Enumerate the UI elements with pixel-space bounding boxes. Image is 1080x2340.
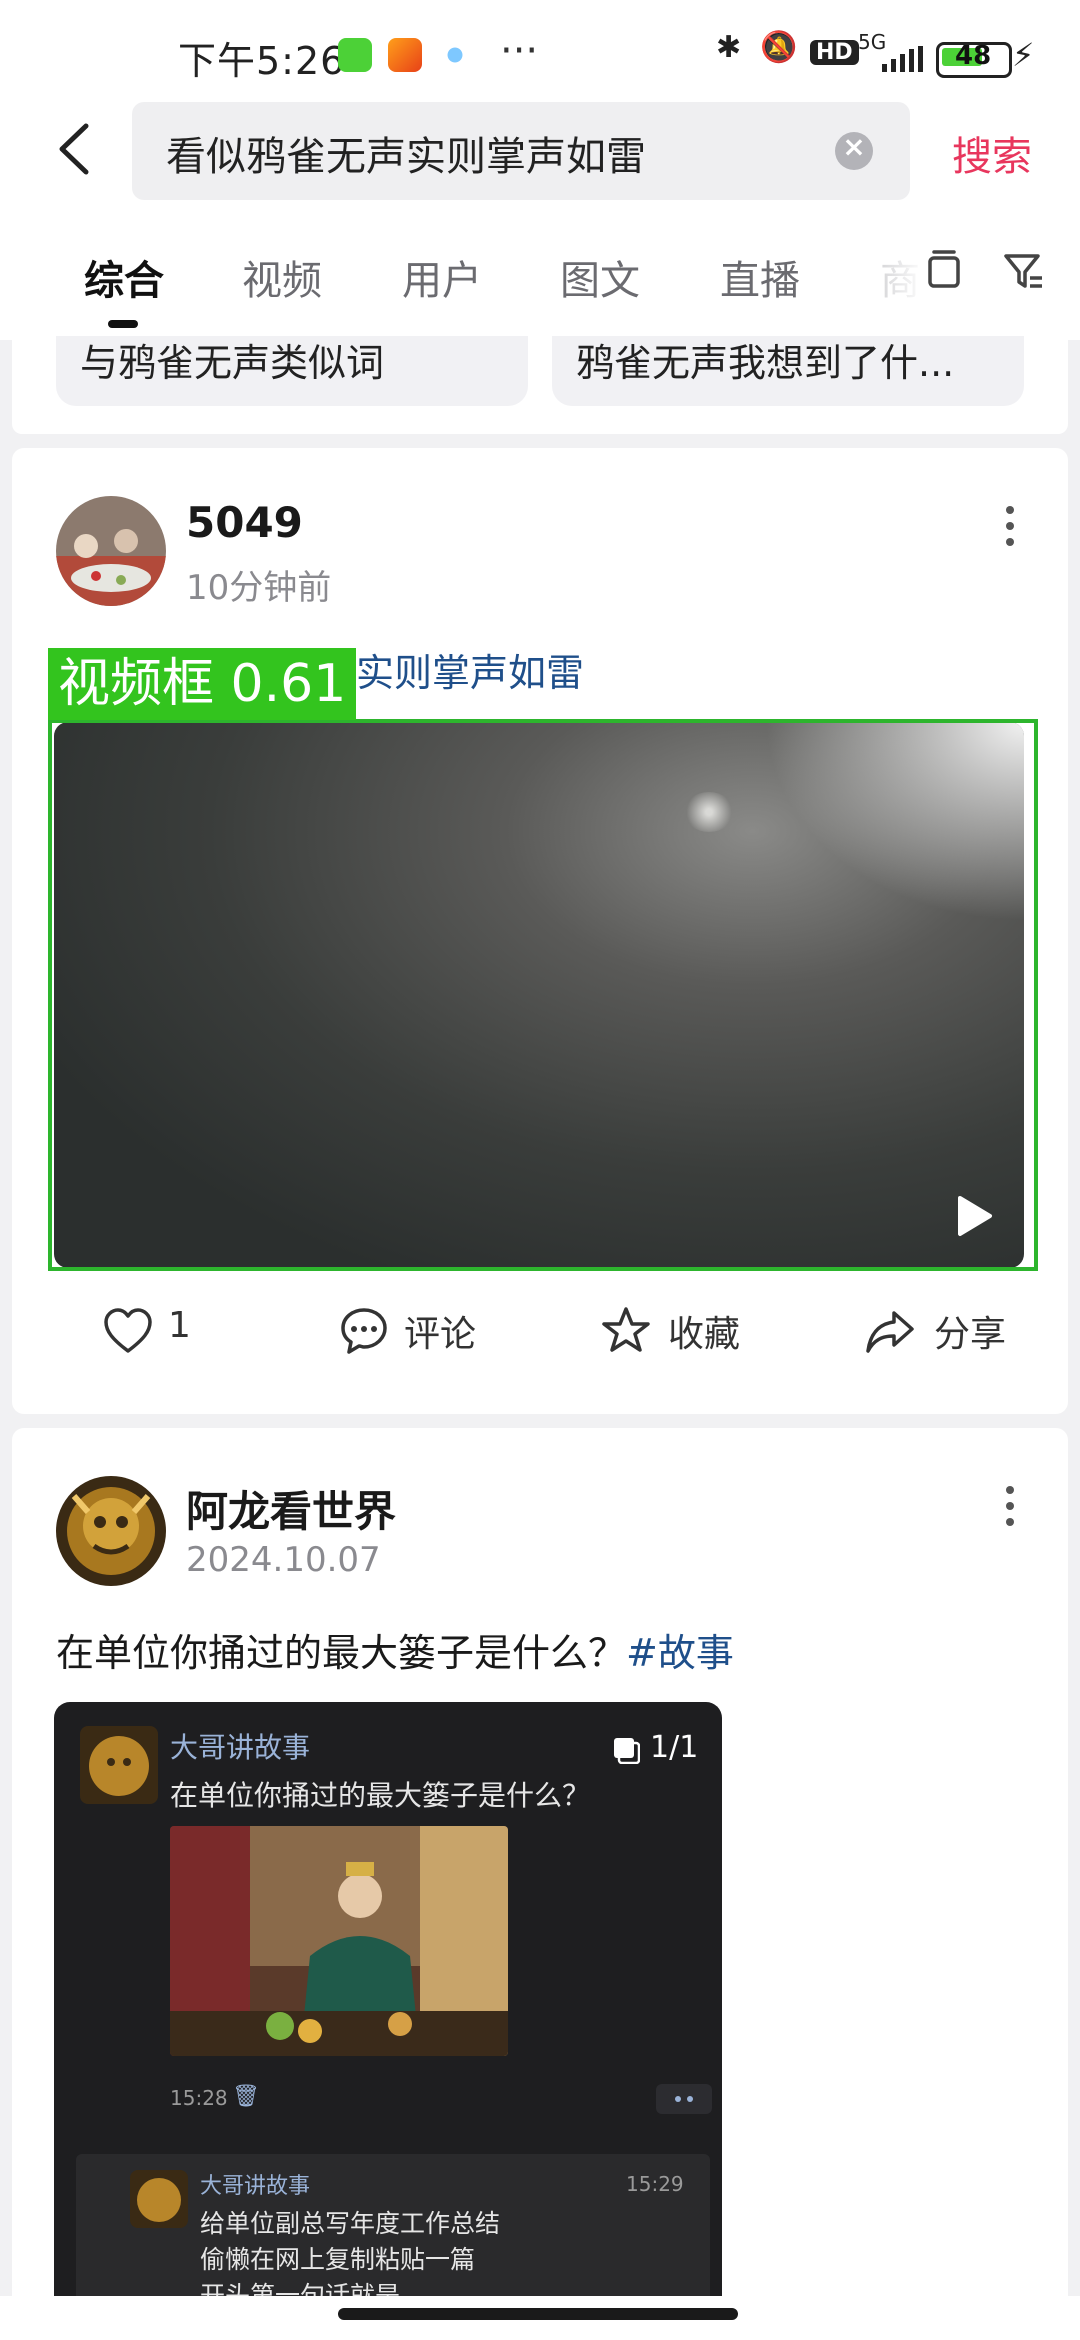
home-indicator[interactable] — [338, 2308, 738, 2320]
chat-photo — [170, 1826, 508, 2056]
signal-icon — [880, 46, 924, 72]
chat-reply-name: 大哥讲故事 — [200, 2174, 311, 2199]
related-search-chip[interactable]: 与鸦雀无声类似词 — [56, 336, 528, 406]
play-icon[interactable] — [950, 1192, 998, 1240]
post-text[interactable]: 在单位你捅过的最大篓子是什么？#故事 — [56, 1622, 734, 1677]
like-icon[interactable] — [102, 1305, 154, 1357]
favorite-label[interactable]: 收藏 — [668, 1305, 740, 1357]
chat-reply-time: 15:29 — [626, 2172, 684, 2196]
favorite-star-icon[interactable] — [600, 1305, 652, 1357]
share-icon[interactable] — [864, 1305, 916, 1357]
avatar[interactable] — [56, 496, 166, 606]
tab-users[interactable]: 用户 — [402, 248, 482, 306]
charging-icon: ⚡ — [1012, 36, 1035, 74]
search-button[interactable]: 搜索 — [952, 124, 1032, 182]
tab-image-text[interactable]: 图文 — [560, 248, 640, 306]
post-time: 2024.10.07 — [186, 1540, 381, 1580]
tab-fade — [860, 222, 1080, 332]
tab-video[interactable]: 视频 — [242, 248, 322, 306]
search-query-text: 看似鸦雀无声实则掌声如雷 — [166, 134, 646, 180]
bluetooth-icon: ✱ — [716, 30, 742, 65]
app-cloud-icon — [438, 38, 472, 72]
image-counter: 1/1 — [650, 1730, 699, 1765]
share-label[interactable]: 分享 — [934, 1305, 1006, 1357]
chat-more-icon — [656, 2084, 712, 2114]
related-search-chip[interactable]: 鸦雀无声我想到了什... — [552, 336, 1024, 406]
like-count: 1 — [168, 1305, 191, 1346]
battery-level: 48 — [955, 41, 992, 71]
chat-sender-name: 大哥讲故事 — [170, 1731, 311, 1764]
back-arrow-icon[interactable] — [54, 122, 94, 176]
active-tab-indicator — [108, 320, 138, 328]
comment-icon[interactable] — [338, 1305, 390, 1357]
chat-avatar — [130, 2170, 188, 2228]
app-58-icon — [388, 38, 422, 72]
chat-question: 在单位你捅过的最大篓子是什么？ — [170, 1779, 591, 1812]
chat-reply-line: 偷懒在网上复制粘贴一篇 — [200, 2245, 476, 2274]
post-title[interactable]: 实则掌声如雷 — [356, 642, 584, 697]
related-search-text: 与鸦雀无声类似词 — [80, 341, 385, 385]
post-hashtag[interactable]: #故事 — [626, 1631, 734, 1675]
filter-icon[interactable] — [1002, 248, 1042, 292]
hd-badge: HD — [810, 40, 859, 65]
detection-box — [48, 719, 1038, 1271]
post-author[interactable]: 阿龙看世界 — [186, 1478, 396, 1539]
related-search-text: 鸦雀无声我想到了什... — [576, 341, 955, 385]
detection-label: 视频框 0.61 — [48, 648, 357, 720]
layout-toggle-icon[interactable] — [924, 248, 964, 292]
app-notification-icon — [338, 38, 372, 72]
clear-search-icon[interactable]: × — [835, 130, 873, 170]
tab-live[interactable]: 直播 — [720, 248, 800, 306]
chat-avatar — [80, 1726, 158, 1804]
mute-icon: 🔕 — [760, 30, 798, 65]
delete-icon: 🗑 — [232, 2084, 260, 2109]
battery-icon: 48 — [936, 41, 1012, 78]
comment-label[interactable]: 评论 — [404, 1305, 476, 1357]
post-body: 在单位你捅过的最大篓子是什么？ — [56, 1631, 627, 1675]
status-time: 下午5:26 — [178, 39, 346, 83]
post-author[interactable]: 5049 — [186, 498, 303, 547]
more-options-icon[interactable] — [1006, 506, 1018, 554]
gallery-icon — [612, 1736, 641, 1765]
chat-reply-line: 给单位副总写年度工作总结 — [200, 2209, 501, 2238]
more-options-icon[interactable] — [1006, 1486, 1018, 1534]
avatar[interactable] — [56, 1476, 166, 1586]
tab-all[interactable]: 综合 — [84, 248, 164, 306]
post-time: 10分钟前 — [186, 568, 332, 608]
chat-msg-time: 15:28 — [170, 2086, 228, 2110]
status-more: ··· — [500, 28, 539, 74]
